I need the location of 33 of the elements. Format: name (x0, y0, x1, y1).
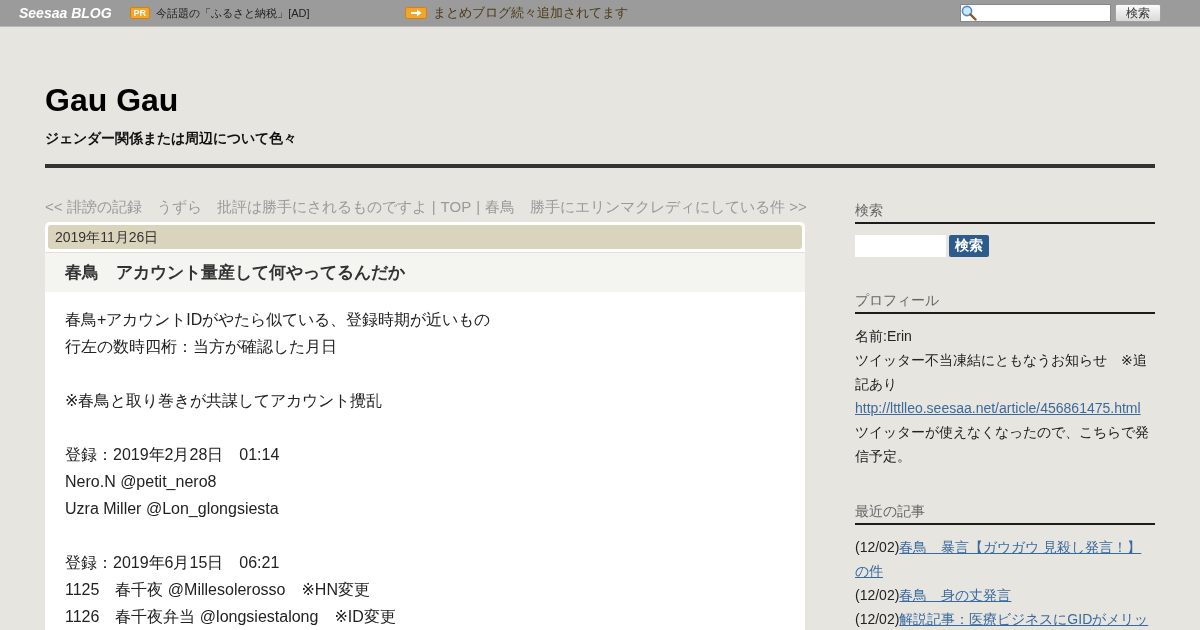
profile-text: ツイッター不当凍結にともなうお知らせ ※追記あり (855, 351, 1148, 394)
search-field[interactable] (960, 4, 1111, 22)
search-input[interactable] (855, 235, 946, 257)
profile-text: ツイッターが使えなくなったので、こちらで発信予定。 (855, 423, 1150, 466)
section-heading: 検索 (855, 200, 1155, 224)
nav-separator: | (431, 197, 436, 217)
section-heading: プロフィール (855, 290, 1155, 314)
ad-link[interactable]: 今話題の「ふるさと納税」[AD] (156, 5, 310, 21)
nav-separator: | (476, 197, 481, 217)
body-text-line: ※春鳥と取り巻きが共謀してアカウント攪乱 (65, 391, 384, 411)
body-text-line: 1125 春千夜 @Millesolerosso ※HN変更 (65, 580, 371, 600)
search-button[interactable]: 検索 (1115, 4, 1161, 22)
search-button[interactable]: 検索 (949, 235, 989, 257)
section-heading: 最近の記事 (855, 501, 1155, 525)
body-text-line: 行左の数時四桁：当方が確認した月日 (65, 337, 338, 357)
recent-article-entry[interactable]: (12/02)春鳥 身の丈発言 (855, 583, 1155, 607)
profile-link[interactable]: http://lttlleo.seesaa.net/article/456861475.html (855, 396, 1141, 420)
body-text-line: Uzra Miller @Lon_glongsiesta (65, 499, 280, 519)
blog-title[interactable]: Gau Gau (45, 80, 1155, 120)
pr-badge: PR (129, 7, 151, 19)
blog-subtitle: ジェンダー関係または周辺について色々 (45, 129, 298, 148)
profile-text: 名前:Erin (855, 327, 913, 346)
entry-date: 2019年11月26日 (48, 225, 802, 249)
promo-link[interactable]: まとめブログ続々追加されてます (433, 4, 628, 22)
body-text-line: 1126 春千夜弁当 @longsiestalong ※ID変更 (65, 607, 397, 627)
body-text-line: Nero.N @petit_nero8 (65, 472, 218, 492)
body-text-line: 春鳥+アカウントIDがやたら似ている、登録時期が近いもの (65, 310, 492, 330)
recent-article-entry[interactable]: (12/02)春鳥 暴言【ガウガウ 見殺し発言！】の件 (855, 535, 1155, 583)
search-icon (961, 5, 977, 21)
recent-article-entry[interactable]: (12/02)解説記事：医療ビジネスにGIDがメリッ (855, 607, 1155, 630)
entry-title: 春鳥 アカウント量産して何やってるんだか (65, 262, 405, 284)
body-text-line: 登録：2019年6月15日 06:21 (65, 553, 281, 573)
body-text-line: 登録：2019年2月28日 01:14 (65, 445, 281, 465)
